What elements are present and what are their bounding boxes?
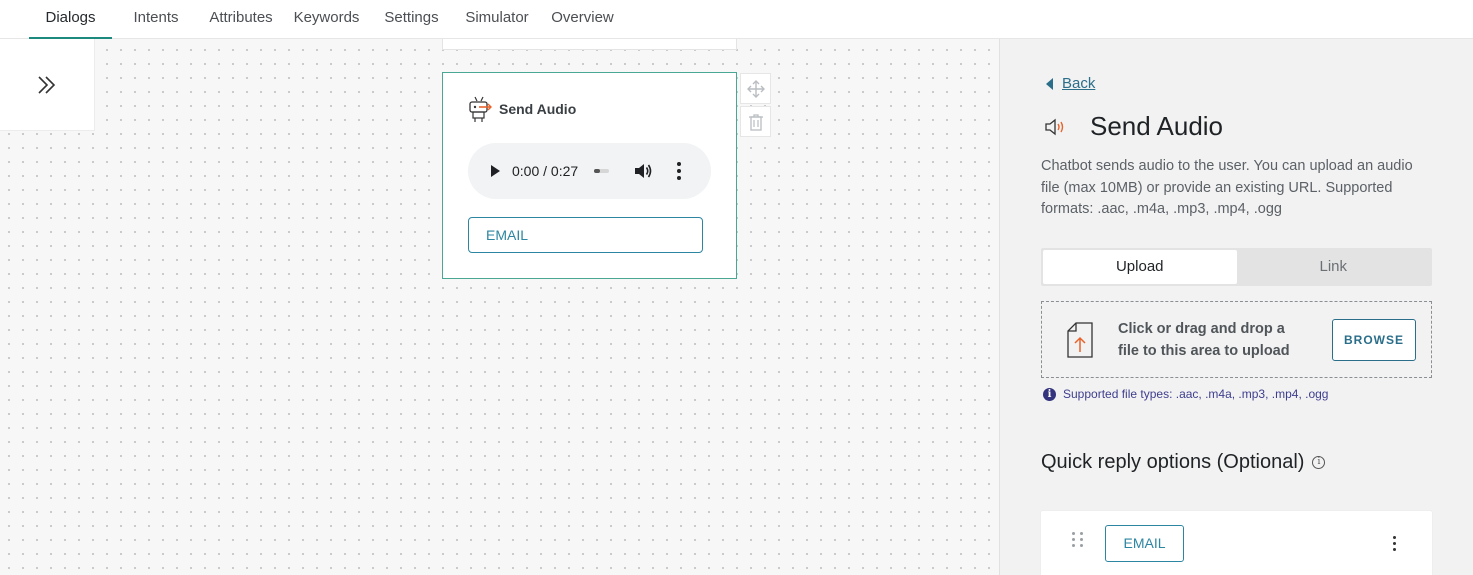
- move-node-button[interactable]: [740, 73, 771, 104]
- caret-left-icon: [1046, 77, 1053, 90]
- top-navigation: Dialogs Intents Attributes Keywords Sett…: [0, 0, 1473, 39]
- trash-icon: [748, 113, 763, 131]
- tab-settings[interactable]: Settings: [381, 0, 442, 39]
- double-chevron-right-icon: [38, 75, 56, 94]
- hint-text: Supported file types: .aac, .m4a, .mp3, …: [1063, 387, 1329, 401]
- delete-node-button[interactable]: [740, 106, 771, 137]
- quick-reply-title: Quick reply options (Optional): [1041, 451, 1305, 473]
- audio-time: 0:00 / 0:27: [512, 163, 579, 179]
- audio-progress-slider[interactable]: [594, 169, 610, 173]
- quick-reply-header: Quick reply options (Optional) i: [1041, 451, 1326, 474]
- upload-dropzone[interactable]: Click or drag and drop a file to this ar…: [1041, 301, 1432, 378]
- dialog-canvas[interactable]: Send Audio 0:00 / 0:27 EMAIL: [0, 39, 999, 575]
- audio-more-options-icon[interactable]: [677, 162, 682, 180]
- robot-audio-icon: [469, 96, 492, 122]
- tab-attributes[interactable]: Attributes: [205, 0, 277, 39]
- tab-keywords[interactable]: Keywords: [290, 0, 363, 39]
- audio-player[interactable]: 0:00 / 0:27: [468, 143, 711, 199]
- send-audio-node[interactable]: Send Audio 0:00 / 0:27 EMAIL: [442, 72, 737, 279]
- browse-button[interactable]: BROWSE: [1332, 319, 1416, 361]
- speaker-icon: [1045, 118, 1064, 135]
- tab-dialogs[interactable]: Dialogs: [29, 0, 112, 39]
- node-title: Send Audio: [499, 101, 577, 117]
- move-icon: [746, 79, 765, 98]
- drag-handle-icon[interactable]: [1072, 532, 1084, 547]
- previous-node[interactable]: [442, 39, 737, 50]
- node-header: Send Audio: [467, 95, 576, 123]
- panel-header: Send Audio: [1044, 111, 1223, 142]
- expand-sidebar-button[interactable]: [0, 39, 95, 131]
- panel-title: Send Audio: [1090, 111, 1224, 141]
- quick-reply-chip[interactable]: EMAIL: [1105, 525, 1184, 562]
- dropzone-text: Click or drag and drop a file to this ar…: [1118, 321, 1290, 359]
- quick-reply-email-button[interactable]: EMAIL: [468, 217, 703, 253]
- supported-types-hint: i Supported file types: .aac, .m4a, .mp3…: [1043, 387, 1328, 401]
- tab-simulator[interactable]: Simulator: [462, 0, 532, 39]
- quick-reply-more-options-icon[interactable]: [1393, 536, 1396, 551]
- tab-upload[interactable]: Upload: [1043, 250, 1237, 284]
- tab-intents[interactable]: Intents: [128, 0, 184, 39]
- tab-link[interactable]: Link: [1237, 250, 1431, 284]
- source-toggle: Upload Link: [1041, 248, 1432, 286]
- back-link[interactable]: Back: [1046, 75, 1095, 92]
- play-icon[interactable]: [488, 164, 502, 178]
- back-label: Back: [1062, 75, 1096, 92]
- tab-overview[interactable]: Overview: [548, 0, 617, 39]
- volume-icon[interactable]: [633, 162, 653, 180]
- panel-description: Chatbot sends audio to the user. You can…: [1041, 158, 1413, 217]
- properties-panel: Back Send Audio Chatbot sends audio to t…: [999, 39, 1473, 575]
- file-upload-icon: [1067, 322, 1093, 358]
- info-filled-icon: i: [1043, 387, 1056, 401]
- info-outline-icon[interactable]: i: [1312, 456, 1326, 469]
- quick-reply-item: EMAIL: [1041, 511, 1432, 575]
